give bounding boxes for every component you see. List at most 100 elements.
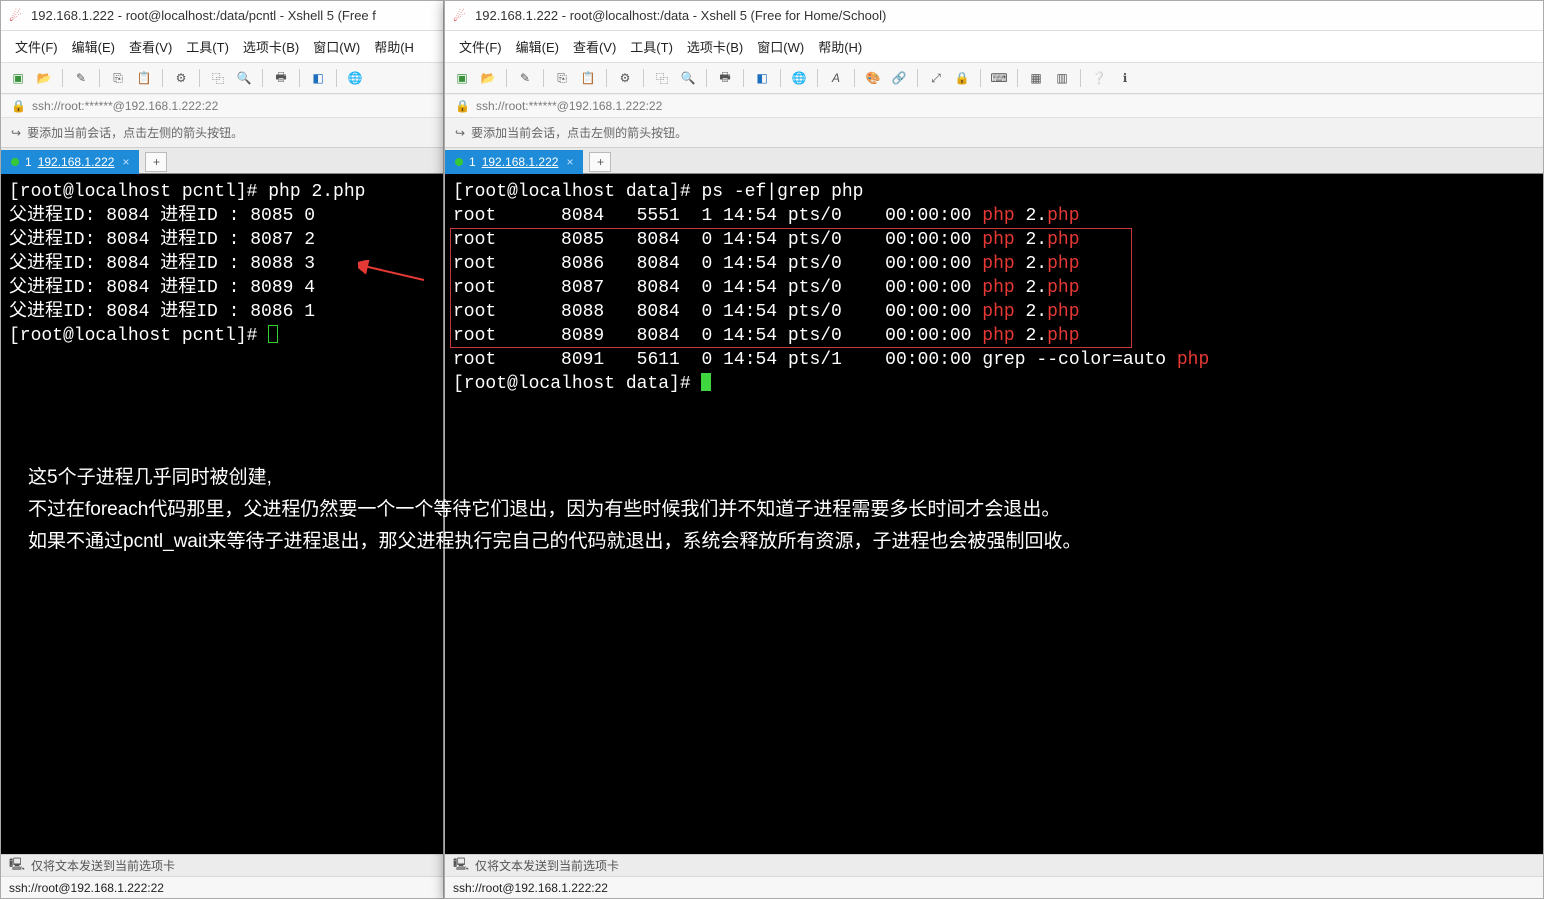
menu-file[interactable]: 文件(F) bbox=[9, 35, 64, 58]
separator bbox=[99, 69, 100, 87]
separator bbox=[1017, 69, 1018, 87]
separator bbox=[506, 69, 507, 87]
separator bbox=[336, 69, 337, 87]
menu-window[interactable]: 窗口(W) bbox=[751, 35, 810, 58]
status-conn: ssh://root@192.168.1.222:22 bbox=[9, 881, 164, 895]
about-icon[interactable]: ℹ bbox=[1114, 67, 1136, 89]
color-icon[interactable]: 🎨 bbox=[862, 67, 884, 89]
separator bbox=[62, 69, 63, 87]
separator bbox=[606, 69, 607, 87]
new-session-icon[interactable]: ▣ bbox=[451, 67, 473, 89]
address-text[interactable]: ssh://root:******@192.168.1.222:22 bbox=[32, 99, 218, 113]
copy-icon[interactable]: ⎘ bbox=[107, 67, 129, 89]
separator bbox=[780, 69, 781, 87]
edit-icon[interactable]: ✎ bbox=[70, 67, 92, 89]
tab-add-button[interactable]: + bbox=[145, 152, 167, 172]
fullscreen-icon[interactable]: ⤢ bbox=[925, 67, 947, 89]
copy-icon[interactable]: ⎘ bbox=[551, 67, 573, 89]
terminal-line: 父进程ID: 8084 进程ID : 8089 4 bbox=[9, 278, 315, 298]
search-icon[interactable]: 🔍 bbox=[677, 67, 699, 89]
tab-label: 192.168.1.222 bbox=[482, 155, 559, 169]
menu-tabs[interactable]: 选项卡(B) bbox=[237, 35, 305, 58]
paste-icon[interactable]: 📋 bbox=[133, 67, 155, 89]
menu-view[interactable]: 查看(V) bbox=[567, 35, 622, 58]
tab-close-icon[interactable]: × bbox=[566, 155, 573, 169]
search-icon[interactable]: 🔍 bbox=[233, 67, 255, 89]
hint-bar-right: ↪ 要添加当前会话，点击左侧的箭头按钮。 bbox=[445, 118, 1543, 148]
settings-icon[interactable]: ⚙ bbox=[170, 67, 192, 89]
settings-icon[interactable]: ⚙ bbox=[614, 67, 636, 89]
menu-tools[interactable]: 工具(T) bbox=[624, 35, 679, 58]
annotation-line: 不过在foreach代码那里，父进程仍然要一个一个等待它们退出，因为有些时候我们… bbox=[28, 494, 1504, 526]
terminal-line: 父进程ID: 8084 进程ID : 8085 0 bbox=[9, 206, 315, 226]
new-session-icon[interactable]: ▣ bbox=[7, 67, 29, 89]
hint-text: 要添加当前会话，点击左侧的箭头按钮。 bbox=[27, 124, 243, 141]
address-bar-left: 🔒 ssh://root:******@192.168.1.222:22 bbox=[1, 94, 443, 118]
menu-help[interactable]: 帮助(H) bbox=[812, 35, 868, 58]
edit-icon[interactable]: ✎ bbox=[514, 67, 536, 89]
statusbar2-left: ssh://root@192.168.1.222:22 bbox=[1, 876, 443, 898]
lock-icon[interactable]: 🔒 bbox=[951, 67, 973, 89]
tab-strip-right: 1 192.168.1.222 × + bbox=[445, 148, 1543, 174]
layout2-icon[interactable]: ▥ bbox=[1051, 67, 1073, 89]
terminal-line: 父进程ID: 8084 进程ID : 8086 1 bbox=[9, 302, 315, 322]
keyboard-icon[interactable]: ⌨ bbox=[988, 67, 1010, 89]
sidebar-icon[interactable]: ◧ bbox=[751, 67, 773, 89]
hint-arrow-icon[interactable]: ↪ bbox=[11, 126, 21, 140]
help-icon[interactable]: ❔ bbox=[1088, 67, 1110, 89]
app-icon: ☄ bbox=[453, 8, 469, 24]
globe-icon[interactable]: 🌐 bbox=[344, 67, 366, 89]
prompt: [root@localhost pcntl]# bbox=[9, 182, 268, 202]
tab-strip-left: 1 192.168.1.222 × + bbox=[1, 148, 443, 174]
copy2-icon[interactable]: ⿻ bbox=[207, 67, 229, 89]
address-text[interactable]: ssh://root:******@192.168.1.222:22 bbox=[476, 99, 662, 113]
separator bbox=[162, 69, 163, 87]
menu-window[interactable]: 窗口(W) bbox=[307, 35, 366, 58]
app-icon: ☄ bbox=[9, 8, 25, 24]
print-icon[interactable]: 🖶 bbox=[270, 67, 292, 89]
ps-row: root 8091 5611 0 14:54 pts/1 00:00:00 gr… bbox=[453, 350, 1209, 370]
menu-tools[interactable]: 工具(T) bbox=[180, 35, 235, 58]
open-folder-icon[interactable]: 📂 bbox=[477, 67, 499, 89]
session-tab[interactable]: 1 192.168.1.222 × bbox=[445, 150, 583, 174]
status-dot-icon bbox=[455, 158, 463, 166]
session-tab[interactable]: 1 192.168.1.222 × bbox=[1, 150, 139, 174]
status-icon: 🖳 bbox=[9, 855, 25, 876]
layout-icon[interactable]: ▦ bbox=[1025, 67, 1047, 89]
lock-icon: 🔒 bbox=[455, 99, 470, 113]
menu-file[interactable]: 文件(F) bbox=[453, 35, 508, 58]
toolbar-right: ▣ 📂 ✎ ⎘ 📋 ⚙ ⿻ 🔍 🖶 ◧ 🌐 A 🎨 🔗 ⤢ 🔒 bbox=[445, 63, 1543, 94]
sidebar-icon[interactable]: ◧ bbox=[307, 67, 329, 89]
paste-icon[interactable]: 📋 bbox=[577, 67, 599, 89]
status-text: 仅将文本发送到当前选项卡 bbox=[31, 857, 175, 874]
link-icon[interactable]: 🔗 bbox=[888, 67, 910, 89]
hint-arrow-icon[interactable]: ↪ bbox=[455, 126, 465, 140]
font-icon[interactable]: A bbox=[825, 67, 847, 89]
tab-close-icon[interactable]: × bbox=[122, 155, 129, 169]
menubar-right: 文件(F) 编辑(E) 查看(V) 工具(T) 选项卡(B) 窗口(W) 帮助(… bbox=[445, 31, 1543, 63]
terminal-line: 父进程ID: 8084 进程ID : 8087 2 bbox=[9, 230, 315, 250]
terminal-cursor bbox=[268, 325, 278, 343]
prompt: [root@localhost data]# bbox=[453, 182, 701, 202]
tab-add-button[interactable]: + bbox=[589, 152, 611, 172]
hint-text: 要添加当前会话，点击左侧的箭头按钮。 bbox=[471, 124, 687, 141]
titlebar-left[interactable]: ☄ 192.168.1.222 - root@localhost:/data/p… bbox=[1, 1, 443, 31]
menu-view[interactable]: 查看(V) bbox=[123, 35, 178, 58]
separator bbox=[543, 69, 544, 87]
menu-edit[interactable]: 编辑(E) bbox=[66, 35, 121, 58]
separator bbox=[262, 69, 263, 87]
menu-help[interactable]: 帮助(H bbox=[368, 35, 420, 58]
copy2-icon[interactable]: ⿻ bbox=[651, 67, 673, 89]
xshell-window-right: ☄ 192.168.1.222 - root@localhost:/data -… bbox=[444, 0, 1544, 899]
titlebar-right[interactable]: ☄ 192.168.1.222 - root@localhost:/data -… bbox=[445, 1, 1543, 31]
status-text: 仅将文本发送到当前选项卡 bbox=[475, 857, 619, 874]
menu-edit[interactable]: 编辑(E) bbox=[510, 35, 565, 58]
open-folder-icon[interactable]: 📂 bbox=[33, 67, 55, 89]
print-icon[interactable]: 🖶 bbox=[714, 67, 736, 89]
separator bbox=[980, 69, 981, 87]
annotation-text: 这5个子进程几乎同时被创建, 不过在foreach代码那里，父进程仍然要一个一个… bbox=[28, 462, 1504, 558]
separator bbox=[817, 69, 818, 87]
hint-bar-left: ↪ 要添加当前会话，点击左侧的箭头按钮。 bbox=[1, 118, 443, 148]
globe-icon[interactable]: 🌐 bbox=[788, 67, 810, 89]
menu-tabs[interactable]: 选项卡(B) bbox=[681, 35, 749, 58]
